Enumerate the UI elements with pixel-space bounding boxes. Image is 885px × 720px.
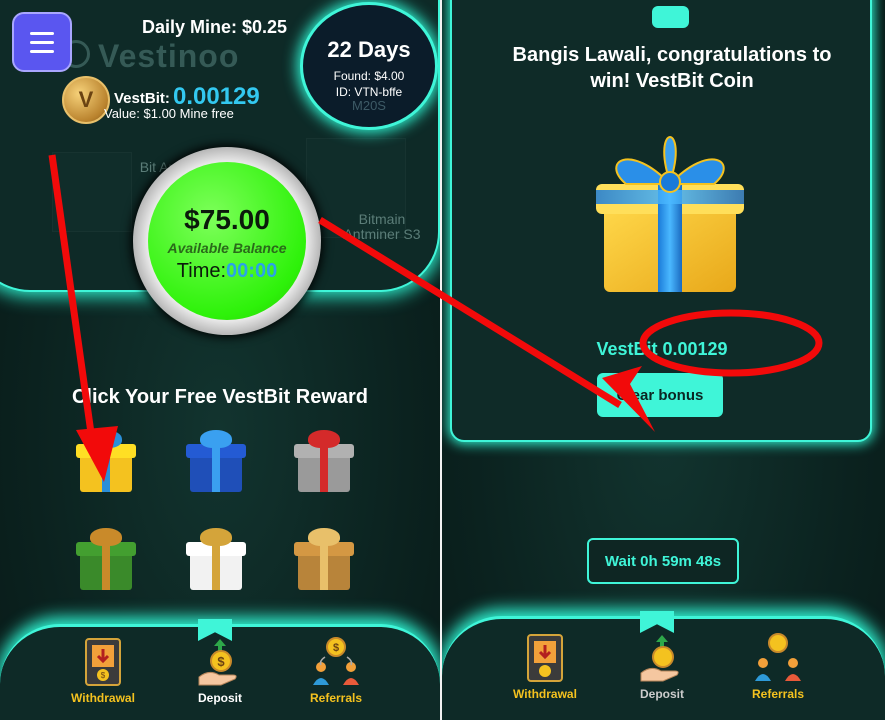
- win-title: Bangis Lawali, congratulations to win! V…: [512, 44, 832, 92]
- nav-referrals-label: Referrals: [309, 691, 363, 705]
- days-badge: 22 Days Found: $4.00 ID: VTN-bffe M20S: [300, 2, 438, 130]
- nav-deposit[interactable]: $ Deposit: [170, 637, 270, 705]
- reward-title: Click Your Free VestBit Reward: [71, 386, 369, 408]
- win-vestbit-prefix: VestBit: [596, 339, 658, 359]
- nav-withdrawal-label: Withdrawal: [71, 691, 135, 705]
- value-line: Value: $1.00 Mine free: [104, 106, 234, 121]
- gift-green-button[interactable]: [74, 528, 138, 592]
- nav-withdrawal-right[interactable]: Withdrawal: [495, 633, 595, 701]
- daily-mine-text: Daily Mine: $0.25: [142, 17, 288, 37]
- gift-gold-button[interactable]: [292, 528, 356, 592]
- clear-bonus-button[interactable]: Clear bonus: [597, 373, 723, 417]
- balance-face: $75.00 Available Balance Time:00:00: [148, 162, 306, 320]
- time-label: Time:: [176, 260, 227, 282]
- gift-white-gold-button[interactable]: [184, 528, 248, 592]
- brand-logo: Vestinoo: [98, 38, 240, 74]
- win-vestbit-amount: VestBit 0.00129: [442, 339, 882, 360]
- balance-time: Time:00:00: [148, 260, 306, 283]
- wait-timer-button[interactable]: Wait 0h 59m 48s: [587, 538, 739, 584]
- balance-amount: $75.00: [184, 204, 270, 235]
- balance-button[interactable]: $75.00 Available Balance Time:00:00: [133, 147, 321, 335]
- withdrawal-icon: $: [78, 637, 128, 689]
- bottom-nav-right: Withdrawal Deposit Referrals: [442, 611, 885, 720]
- gift-blue-button[interactable]: [184, 430, 248, 494]
- right-screen: Bangis Lawali, congratulations to win! V…: [442, 0, 885, 720]
- svg-text:$: $: [333, 642, 339, 654]
- gift-yellow-blue-button[interactable]: [74, 430, 138, 494]
- deposit-icon: [637, 633, 687, 685]
- hamburger-menu-icon: [30, 31, 54, 35]
- nav-referrals[interactable]: $ Referrals: [286, 637, 386, 705]
- win-vestbit-value: 0.00129: [662, 339, 728, 359]
- nav-withdrawal[interactable]: $ Withdrawal: [53, 637, 153, 705]
- withdrawal-icon: [520, 633, 570, 685]
- svg-text:$: $: [217, 654, 225, 669]
- bottom-nav: $ Withdrawal $ Deposit $ Referrals: [0, 619, 440, 720]
- win-card-pill: [652, 6, 689, 28]
- nav-deposit-right[interactable]: Deposit: [612, 633, 712, 701]
- gift-white-red-button[interactable]: [292, 430, 356, 494]
- nav-referrals-right[interactable]: Referrals: [728, 633, 828, 701]
- days-ghost-text: M20S: [352, 98, 386, 113]
- referrals-icon: [753, 633, 803, 685]
- vestbit-label: VestBit:: [114, 90, 170, 107]
- days-found: Found: $4.00: [333, 69, 405, 83]
- nav-referrals-label-right: Referrals: [751, 687, 805, 701]
- nav-active-notch-right: [640, 611, 674, 633]
- prize-gift-icon: [590, 122, 750, 294]
- nav-withdrawal-label-right: Withdrawal: [513, 687, 577, 701]
- ghost-miner-right-label: Bitmain Antminer S3: [343, 211, 421, 243]
- deposit-icon: $: [195, 637, 245, 689]
- vestbit-coin-icon: V: [62, 76, 110, 124]
- days-title: 22 Days: [327, 37, 411, 62]
- ghost-miner-left: [52, 152, 132, 232]
- balance-label: Available Balance: [167, 240, 287, 256]
- nav-deposit-label: Deposit: [197, 691, 242, 705]
- days-id: ID: VTN-bffe: [335, 85, 403, 99]
- svg-text:$: $: [101, 671, 106, 680]
- left-screen: Vestinoo Daily Mine: $0.25 V VestBit: 0.…: [0, 0, 440, 720]
- time-value: 00:00: [226, 260, 278, 282]
- referrals-icon: $: [311, 637, 361, 689]
- nav-deposit-label-right: Deposit: [639, 687, 684, 701]
- menu-button[interactable]: [12, 12, 72, 72]
